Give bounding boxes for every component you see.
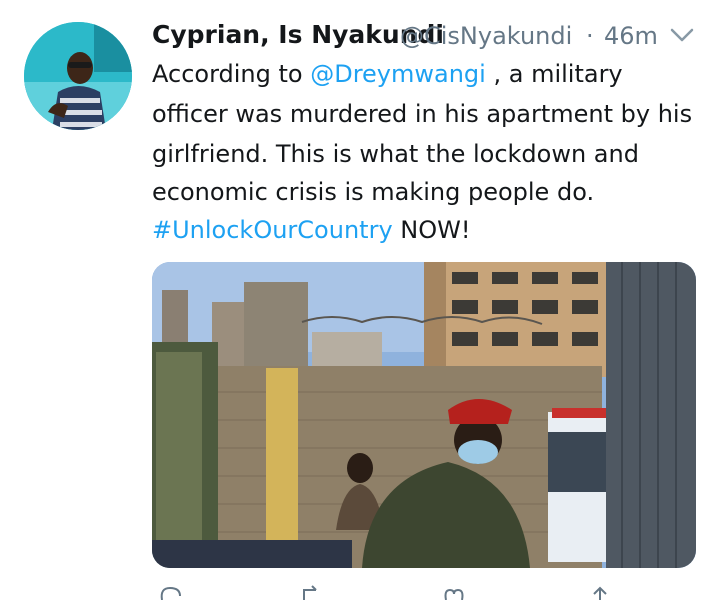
text-segment: According to bbox=[152, 60, 311, 88]
tweet-card[interactable]: Cyprian, Is Nyakundi @CisNyakundi · 46m … bbox=[0, 0, 720, 600]
reply-icon[interactable] bbox=[158, 584, 182, 600]
tweet-text-line: girlfriend. This is what the lockdown an… bbox=[152, 140, 639, 168]
hashtag-link[interactable]: #UnlockOurCountry bbox=[152, 216, 393, 244]
share-icon[interactable] bbox=[588, 584, 612, 600]
avatar[interactable] bbox=[24, 22, 132, 130]
mention-link[interactable]: @Dreymwangi bbox=[310, 60, 486, 88]
tweet-text-line: economic crisis is making people do. bbox=[152, 178, 595, 206]
tweet-text-line: According to @Dreymwangi , a military bbox=[152, 60, 623, 88]
separator-dot: · bbox=[586, 22, 594, 50]
text-segment: , a military bbox=[485, 60, 623, 88]
tweet-header: Cyprian, Is Nyakundi @CisNyakundi · 46m bbox=[152, 18, 712, 58]
avatar-photo bbox=[24, 22, 132, 130]
tweet-text-line: #UnlockOurCountry NOW! bbox=[152, 216, 470, 244]
tweet-text-line: officer was murdered in his apartment by… bbox=[152, 100, 693, 128]
heart-icon[interactable] bbox=[442, 584, 466, 600]
text-segment: NOW! bbox=[392, 216, 471, 244]
tweet-actions bbox=[152, 584, 712, 600]
chevron-down-icon[interactable] bbox=[668, 20, 696, 48]
media-image bbox=[152, 262, 696, 568]
timestamp[interactable]: 46m bbox=[604, 22, 658, 50]
user-handle[interactable]: @CisNyakundi bbox=[400, 22, 572, 50]
tweet-media-photo[interactable] bbox=[152, 262, 696, 568]
retweet-icon[interactable] bbox=[300, 584, 324, 600]
